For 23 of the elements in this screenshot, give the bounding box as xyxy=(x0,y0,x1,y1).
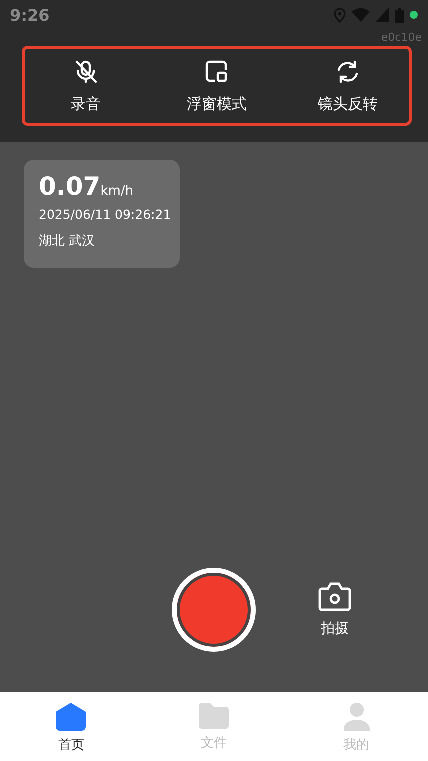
person-icon xyxy=(342,702,371,732)
speed-unit: km/h xyxy=(100,184,134,199)
mic-off-icon xyxy=(73,59,99,85)
folder-icon xyxy=(198,702,230,730)
capture-button[interactable]: 拍摄 xyxy=(318,582,352,638)
toolbar-button[interactable]: 浮窗模式 xyxy=(162,49,272,123)
speed-value: 0.07 xyxy=(39,172,101,201)
toolbar-button[interactable]: 镜头反转 xyxy=(293,49,403,123)
signal-icon xyxy=(376,8,389,22)
home-icon xyxy=(55,702,88,732)
floating-window-icon xyxy=(204,59,230,85)
location-icon xyxy=(334,8,346,22)
battery-icon xyxy=(395,8,404,22)
nav-tab[interactable]: 首页 xyxy=(21,692,122,761)
status-time: 9:26 xyxy=(10,6,50,24)
datetime-text: 2025/06/11 09:26:21 xyxy=(39,207,172,222)
toolbar-button[interactable]: 录音 xyxy=(31,49,141,123)
location-text: 湖北 武汉 xyxy=(39,233,96,250)
camera-icon xyxy=(318,582,352,612)
refresh-icon xyxy=(335,59,361,85)
indicator-dot-icon xyxy=(410,11,418,19)
wifi-icon xyxy=(352,8,370,22)
device-code: e0c10e xyxy=(381,31,423,44)
